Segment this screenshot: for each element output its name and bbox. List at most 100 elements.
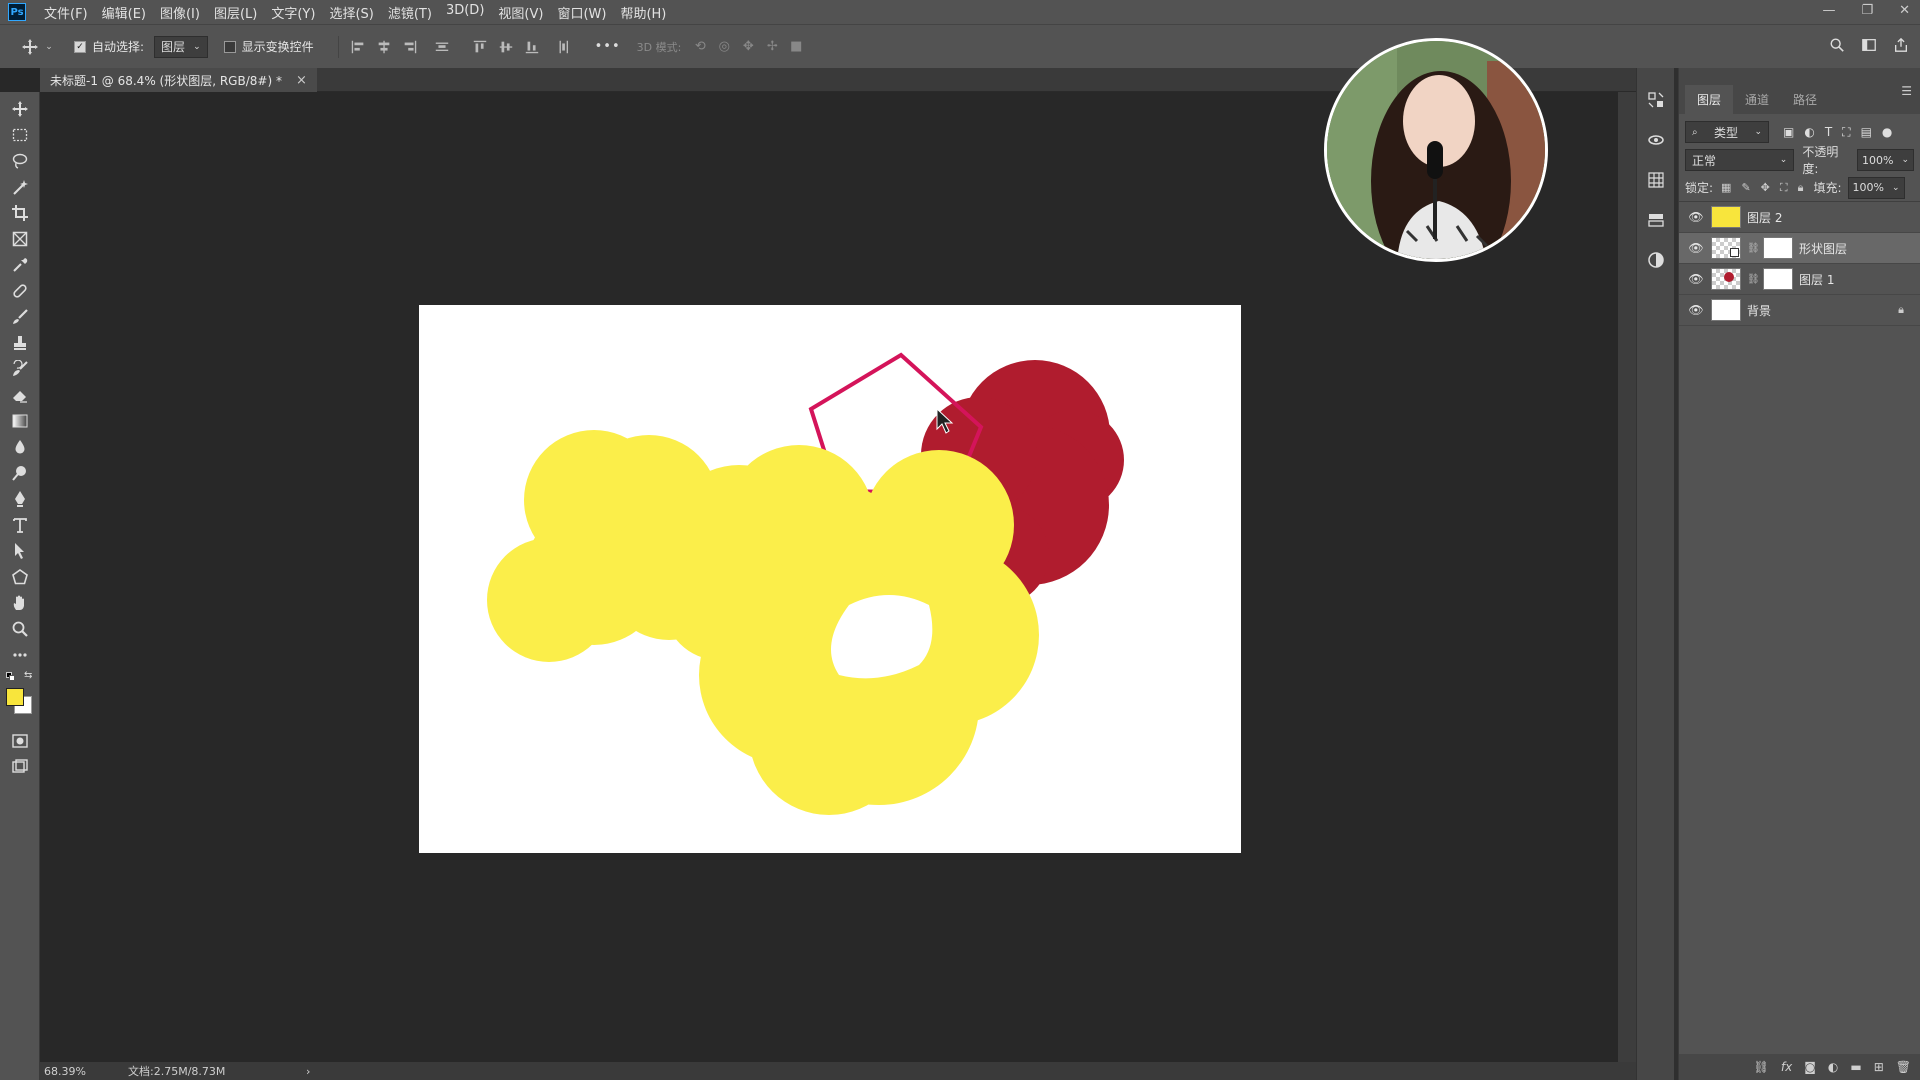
layer-mask-thumbnail[interactable] [1763, 237, 1793, 259]
zoom-tool-icon[interactable] [0, 616, 40, 642]
vertical-scrollbar[interactable] [1618, 92, 1636, 1062]
menu-type[interactable]: 文字(Y) [271, 3, 315, 22]
brush-tool-icon[interactable] [0, 304, 40, 330]
grid-panel-icon[interactable] [1637, 160, 1675, 200]
layer-row-layer-2[interactable]: 👁︎ 图层 2 [1679, 202, 1920, 233]
lock-position-icon[interactable]: ✥ [1761, 181, 1770, 195]
lock-all-icon[interactable]: 🔒︎ [1798, 181, 1804, 195]
menu-filter[interactable]: 滤镜(T) [388, 3, 432, 22]
fx-icon[interactable]: fx [1781, 1060, 1792, 1074]
libraries-panel-icon[interactable] [1637, 200, 1675, 240]
filter-adjustment-icon[interactable]: ◐ [1804, 125, 1814, 140]
lasso-tool-icon[interactable] [0, 148, 40, 174]
fill-input[interactable]: 100% ⌄ [1847, 176, 1905, 199]
menu-view[interactable]: 视图(V) [498, 3, 543, 22]
new-layer-icon[interactable]: ⊞ [1874, 1060, 1884, 1074]
menu-select[interactable]: 选择(S) [329, 3, 373, 22]
screen-mode-icon[interactable] [0, 754, 40, 780]
eraser-tool-icon[interactable] [0, 382, 40, 408]
auto-select-checkbox[interactable]: ✓ [74, 40, 86, 53]
align-bottom-icon[interactable] [523, 38, 541, 56]
move-tool-preset-icon[interactable] [16, 38, 44, 56]
lock-icon[interactable]: 🔒︎ [1898, 303, 1904, 317]
layer-row-background[interactable]: 👁︎ 背景 🔒︎ [1679, 295, 1920, 326]
menu-edit[interactable]: 编辑(E) [102, 3, 146, 22]
magic-wand-icon[interactable] [0, 174, 40, 200]
default-colors-icon[interactable] [6, 672, 16, 682]
quick-mask-icon[interactable] [0, 728, 40, 754]
lock-pixels-icon[interactable]: ✎ [1741, 181, 1750, 195]
3d-slide-icon[interactable]: ✢ [763, 38, 781, 56]
status-menu-arrow[interactable]: › [306, 1065, 310, 1078]
3d-pan-icon[interactable]: ✥ [739, 38, 757, 56]
search-icon[interactable] [1828, 36, 1846, 54]
layer-row-layer-1[interactable]: 👁︎ ⛓︎ 图层 1 [1679, 264, 1920, 295]
visibility-eye-icon[interactable]: 👁︎ [1687, 210, 1705, 224]
foreground-color-swatch[interactable] [6, 688, 24, 706]
healing-brush-icon[interactable] [0, 278, 40, 304]
more-tools-icon[interactable] [0, 642, 40, 668]
marquee-tool-icon[interactable] [0, 122, 40, 148]
eyedropper-icon[interactable] [0, 252, 40, 278]
3d-panel-icon[interactable] [1637, 120, 1675, 160]
tab-paths[interactable]: 路径 [1781, 85, 1829, 114]
adjustments-panel-icon[interactable] [1637, 240, 1675, 280]
workspace-icon[interactable] [1860, 36, 1878, 54]
menu-file[interactable]: 文件(F) [44, 3, 88, 22]
dodge-tool-icon[interactable] [0, 460, 40, 486]
blend-mode-dropdown[interactable]: 正常 ⌄ [1685, 149, 1795, 171]
restore-button[interactable]: ❐ [1861, 3, 1873, 18]
delete-layer-icon[interactable]: 🗑︎ [1896, 1060, 1911, 1074]
mask-link-icon[interactable]: ⛓︎ [1747, 274, 1760, 285]
distribute-vertical-icon[interactable] [555, 38, 573, 56]
zoom-level[interactable]: 68.39% [44, 1065, 104, 1078]
history-brush-icon[interactable] [0, 356, 40, 382]
close-window-button[interactable]: ✕ [1899, 3, 1910, 18]
shape-tool-icon[interactable] [0, 564, 40, 590]
3d-camera-icon[interactable]: ■ [787, 38, 805, 56]
type-tool-icon[interactable] [0, 512, 40, 538]
tab-layers[interactable]: 图层 [1685, 85, 1734, 114]
menu-image[interactable]: 图像(I) [160, 3, 200, 22]
menu-help[interactable]: 帮助(H) [620, 3, 666, 22]
menu-window[interactable]: 窗口(W) [557, 3, 606, 22]
document-tab[interactable]: 未标题-1 @ 68.4% (形状图层, RGB/8#) * × [40, 68, 317, 92]
more-options-button[interactable]: ••• [595, 39, 621, 54]
mask-link-icon[interactable]: ⛓︎ [1747, 243, 1760, 254]
show-transform-checkbox[interactable] [223, 40, 236, 53]
blur-tool-icon[interactable] [0, 434, 40, 460]
lock-transparency-icon[interactable]: ▦ [1721, 181, 1731, 195]
visibility-eye-icon[interactable]: 👁︎ [1687, 272, 1705, 286]
auto-select-target-dropdown[interactable]: 图层 ⌄ [154, 35, 208, 58]
add-mask-icon[interactable]: ◙ [1804, 1060, 1816, 1074]
visibility-eye-icon[interactable]: 👁︎ [1687, 303, 1705, 317]
hand-tool-icon[interactable] [0, 590, 40, 616]
3d-orbit-icon[interactable]: ⟲ [691, 38, 709, 56]
swap-colors-icon[interactable]: ⇆ [24, 670, 32, 681]
visibility-eye-icon[interactable]: 👁︎ [1687, 241, 1705, 255]
tab-channels[interactable]: 通道 [1733, 85, 1781, 114]
panel-menu-icon[interactable]: ☰ [1901, 84, 1912, 98]
align-top-icon[interactable] [471, 38, 489, 56]
move-tool-icon[interactable] [0, 96, 40, 122]
close-tab-icon[interactable]: × [296, 73, 307, 88]
3d-roll-icon[interactable]: ◎ [715, 38, 733, 56]
layer-name[interactable]: 图层 1 [1799, 271, 1834, 288]
clone-stamp-icon[interactable] [0, 330, 40, 356]
share-icon[interactable] [1892, 36, 1910, 54]
crop-tool-icon[interactable] [0, 200, 40, 226]
layer-mask-thumbnail[interactable] [1763, 268, 1793, 290]
align-right-icon[interactable] [401, 38, 419, 56]
menu-layer[interactable]: 图层(L) [214, 3, 257, 22]
layer-name[interactable]: 图层 2 [1747, 209, 1782, 226]
filter-pixel-icon[interactable]: ▣ [1783, 125, 1794, 140]
document-canvas[interactable] [419, 305, 1241, 853]
minimize-button[interactable]: — [1822, 3, 1835, 18]
align-hcenter-icon[interactable] [375, 38, 393, 56]
adjustment-layer-icon[interactable]: ◐ [1828, 1060, 1838, 1074]
layer-name[interactable]: 形状图层 [1799, 240, 1847, 257]
link-layers-icon[interactable]: ⛓︎ [1754, 1060, 1769, 1074]
chevron-down-icon[interactable]: ⌄ [44, 38, 54, 56]
pen-tool-icon[interactable] [0, 486, 40, 512]
lock-artboard-icon[interactable]: ⛶ [1780, 181, 1788, 195]
